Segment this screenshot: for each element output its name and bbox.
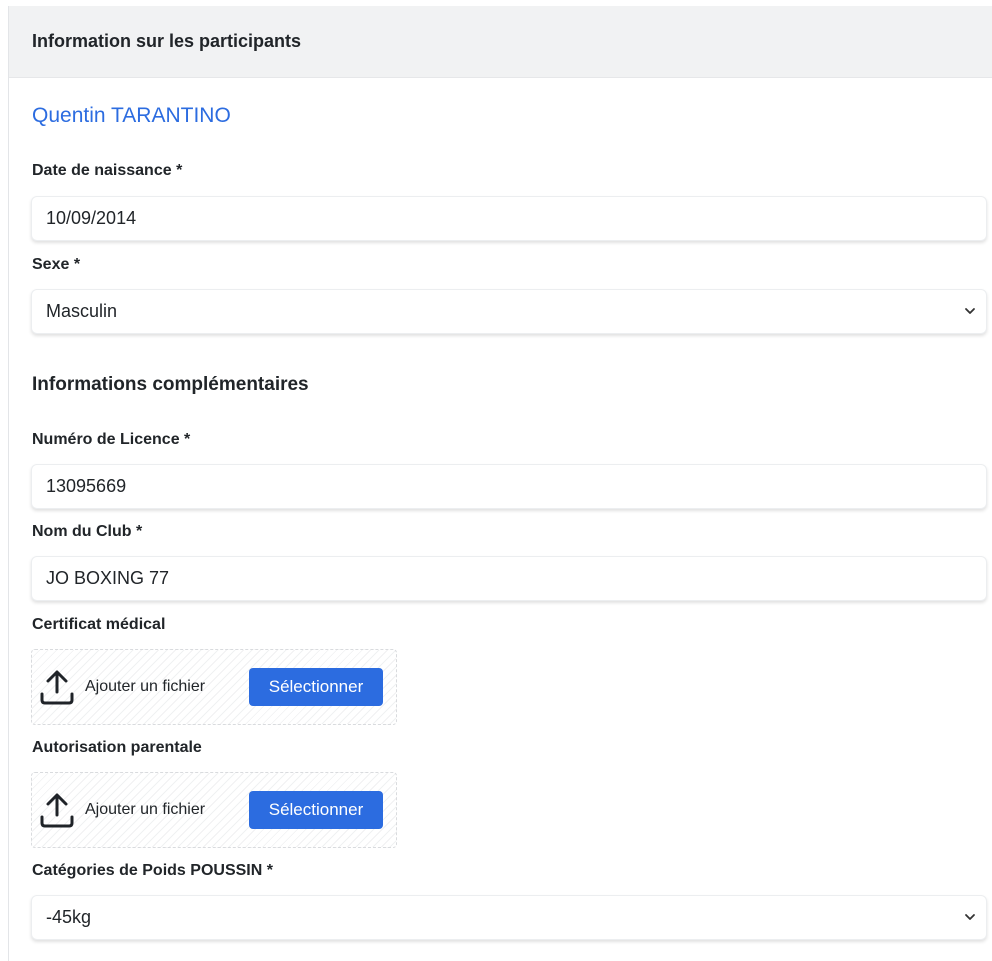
certificat-upload-text: Ajouter un fichier [85,678,206,695]
poids-label: Catégories de Poids POUSSIN * [32,862,273,879]
licence-value: 13095669 [46,476,127,496]
poids-select[interactable]: -45kg [31,895,987,940]
complementary-section-title: Informations complémentaires [32,374,309,395]
participant-name: Quentin TARANTINO [32,104,231,127]
poids-value: -45kg [46,907,92,927]
certificat-upload-zone[interactable]: Ajouter un fichier Sélectionner [31,649,397,725]
licence-label: Numéro de Licence * [32,431,191,448]
autorisation-select-button[interactable]: Sélectionner [249,791,383,829]
club-value: JO BOXING 77 [46,568,170,588]
participant-info-card: Information sur les participants Quentin… [8,6,992,961]
sexe-label: Sexe * [32,256,81,273]
certificat-label: Certificat médical [32,616,166,633]
upload-icon [40,793,74,828]
certificat-select-button[interactable]: Sélectionner [249,668,383,706]
club-field[interactable]: JO BOXING 77 [31,556,987,601]
autorisation-upload-text: Ajouter un fichier [85,801,206,818]
birthdate-label: Date de naissance * [32,162,183,179]
chevron-down-icon [965,307,975,314]
club-label: Nom du Club * [32,523,143,540]
autorisation-label: Autorisation parentale [32,739,202,756]
sexe-select[interactable]: Masculin [31,289,987,334]
card-header: Information sur les participants [9,6,992,78]
birthdate-value: 10/09/2014 [46,208,137,228]
autorisation-upload-zone[interactable]: Ajouter un fichier Sélectionner [31,772,397,848]
sexe-value: Masculin [46,301,118,321]
card-title: Information sur les participants [32,31,302,51]
birthdate-field[interactable]: 10/09/2014 [31,196,987,241]
licence-field[interactable]: 13095669 [31,464,987,509]
upload-icon [40,670,74,705]
chevron-down-icon [965,913,975,920]
